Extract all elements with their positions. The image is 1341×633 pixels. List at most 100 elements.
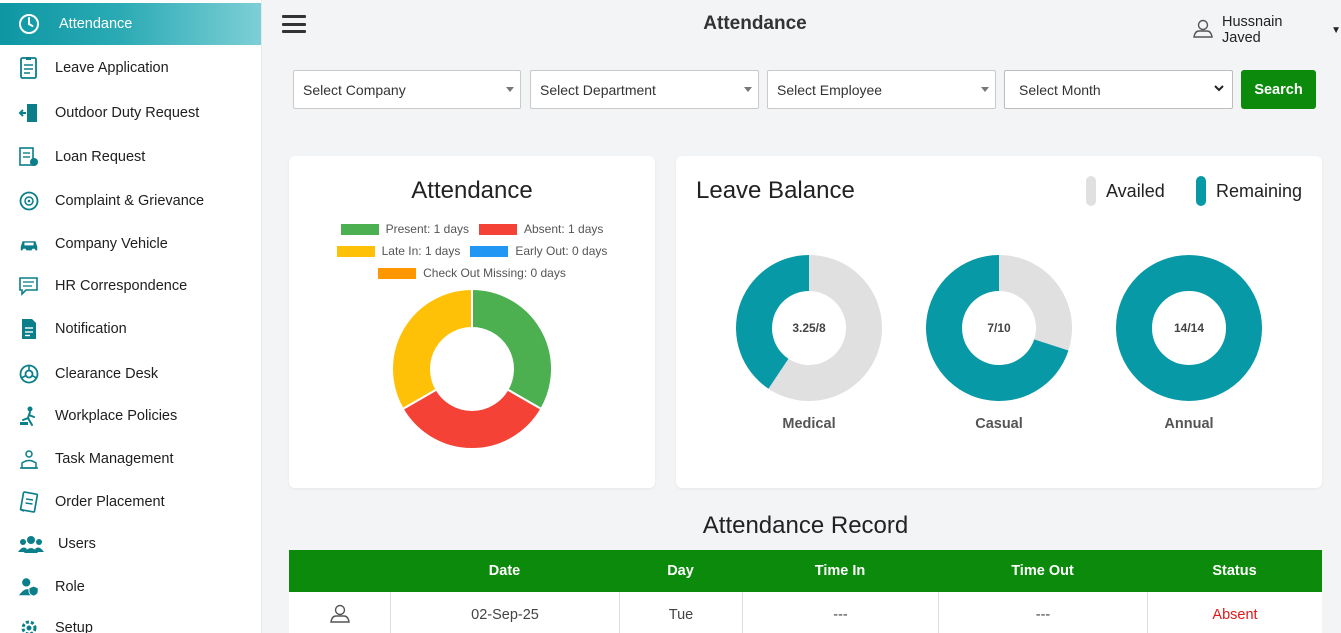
page-title: Attendance (703, 13, 807, 34)
clock-icon (18, 13, 40, 35)
legend-remaining-label: Remaining (1216, 180, 1303, 201)
casual-donut-chart: 7/10 (926, 255, 1072, 401)
order-icon (18, 491, 40, 513)
sidebar: Attendance Leave Application Outdoor Dut… (0, 0, 262, 633)
chevron-down-icon (1213, 82, 1225, 97)
sidebar-item-label: Leave Application (55, 60, 169, 76)
sidebar-item-outdoor-duty[interactable]: Outdoor Duty Request (0, 93, 261, 133)
user-icon (1192, 17, 1214, 43)
leave-balance-card: Leave Balance Availed Remaining 3.25/8 7… (676, 156, 1322, 488)
sidebar-item-clearance-desk[interactable]: Clearance Desk (0, 354, 261, 394)
caret-down-icon (506, 87, 514, 92)
legend-checkout-missing-label: Check Out Missing: 0 days (423, 266, 566, 280)
sidebar-item-complaint[interactable]: Complaint & Grievance (0, 181, 261, 221)
sidebar-item-label: Attendance (59, 16, 133, 32)
location-user-icon[interactable] (329, 602, 351, 628)
gear-icon (18, 617, 40, 633)
sidebar-item-notification[interactable]: Notification (0, 309, 261, 349)
role-icon (18, 576, 40, 598)
select-employee-label: Select Employee (777, 81, 883, 98)
table-row[interactable]: 02-Sep-25 Tue --- --- Absent (289, 592, 1322, 633)
sidebar-item-loan-request[interactable]: Loan Request (0, 137, 261, 177)
sidebar-item-users[interactable]: Users (0, 524, 261, 564)
sidebar-item-label: Task Management (55, 451, 174, 467)
select-department-label: Select Department (540, 81, 656, 98)
attendance-legend-row-1: Present: 1 days Absent: 1 days (289, 222, 655, 236)
sidebar-item-label: Role (55, 579, 85, 595)
row-location-cell[interactable] (289, 592, 390, 633)
leave-balance-title: Leave Balance (696, 177, 855, 204)
legend-present[interactable]: Present: 1 days (340, 222, 469, 236)
door-exit-icon (18, 102, 40, 124)
table-header: Date Day Time In Time Out Status (289, 550, 1322, 592)
sidebar-item-label: HR Correspondence (55, 278, 188, 294)
top-header: Attendance Hussnain Javed ▼ (262, 0, 1341, 47)
legend-remaining[interactable]: Remaining (1196, 176, 1302, 206)
sidebar-item-label: Complaint & Grievance (55, 193, 205, 209)
col-date[interactable]: Date (390, 550, 619, 592)
select-company[interactable]: Select Company (293, 70, 521, 109)
select-month-label: Select Month (1019, 81, 1101, 98)
legend-late-in[interactable]: Late In: 1 days (336, 244, 461, 258)
select-employee[interactable]: Select Employee (767, 70, 996, 109)
document-icon (18, 57, 40, 79)
donut-center-text: 14/14 (1174, 321, 1204, 335)
sidebar-item-order-placement[interactable]: Order Placement (0, 482, 261, 522)
policy-icon (18, 405, 40, 427)
attendance-donut-chart (391, 287, 553, 450)
col-time-out[interactable]: Time Out (938, 550, 1147, 592)
slice-late-in[interactable] (391, 287, 473, 411)
legend-availed[interactable]: Availed (1086, 176, 1165, 206)
caret-down-icon (981, 87, 989, 92)
sidebar-item-label: Order Placement (55, 494, 165, 510)
sidebar-item-task-management[interactable]: Task Management (0, 439, 261, 479)
attendance-record-table: Date Day Time In Time Out Status 02-Sep-… (289, 550, 1322, 633)
sidebar-item-label: Loan Request (55, 149, 146, 165)
sidebar-item-role[interactable]: Role (0, 567, 261, 607)
sidebar-item-label: Setup (55, 620, 93, 633)
col-status[interactable]: Status (1147, 550, 1322, 592)
legend-early-out-label: Early Out: 0 days (515, 244, 608, 258)
clearance-icon (18, 363, 40, 385)
select-department[interactable]: Select Department (530, 70, 759, 109)
attendance-record-title: Attendance Record (702, 512, 909, 539)
sidebar-item-attendance[interactable]: Attendance (0, 3, 261, 45)
row-date: 02-Sep-25 (390, 592, 619, 633)
legend-present-label: Present: 1 days (385, 222, 469, 236)
col-day[interactable]: Day (619, 550, 742, 592)
sidebar-item-label: Workplace Policies (55, 408, 178, 424)
legend-early-out[interactable]: Early Out: 0 days (470, 244, 607, 258)
annual-donut-chart: 14/14 (1116, 255, 1262, 401)
sidebar-item-workplace-policies[interactable]: Workplace Policies (0, 396, 261, 436)
sidebar-item-hr-correspondence[interactable]: HR Correspondence (0, 266, 261, 306)
attendance-card: Attendance Present: 1 days Absent: 1 day… (289, 156, 655, 488)
row-time-in: --- (742, 592, 938, 633)
legend-absent[interactable]: Absent: 1 days (479, 222, 603, 236)
sidebar-item-label: Outdoor Duty Request (55, 105, 200, 121)
user-menu[interactable]: Hussnain Javed ▼ (1192, 14, 1341, 46)
col-icon (289, 550, 390, 592)
sidebar-item-label: Users (58, 536, 96, 552)
col-time-in[interactable]: Time In (742, 550, 938, 592)
slice-absent[interactable] (401, 388, 543, 450)
donut-center-text: 3.25/8 (792, 321, 826, 335)
row-day: Tue (619, 592, 742, 633)
sidebar-item-label: Notification (55, 321, 127, 337)
sidebar-item-setup[interactable]: Setup (0, 608, 261, 633)
select-month[interactable]: Select Month (1004, 70, 1233, 109)
legend-checkout-missing[interactable]: Check Out Missing: 0 days (378, 266, 566, 280)
users-icon (18, 533, 44, 555)
sidebar-item-label: Clearance Desk (55, 366, 159, 382)
legend-late-in-label: Late In: 1 days (381, 244, 461, 258)
loan-form-icon (18, 146, 40, 168)
row-time-out: --- (938, 592, 1147, 633)
medical-donut-chart: 3.25/8 (736, 255, 882, 401)
sidebar-item-leave-application[interactable]: Leave Application (0, 48, 261, 88)
sidebar-item-company-vehicle[interactable]: Company Vehicle (0, 224, 261, 264)
attendance-card-title: Attendance (411, 177, 533, 204)
legend-availed-label: Availed (1106, 180, 1165, 201)
complaint-icon (18, 190, 40, 212)
medical-label: Medical (782, 416, 836, 432)
search-button[interactable]: Search (1241, 70, 1316, 109)
slice-availed[interactable] (999, 255, 1072, 351)
